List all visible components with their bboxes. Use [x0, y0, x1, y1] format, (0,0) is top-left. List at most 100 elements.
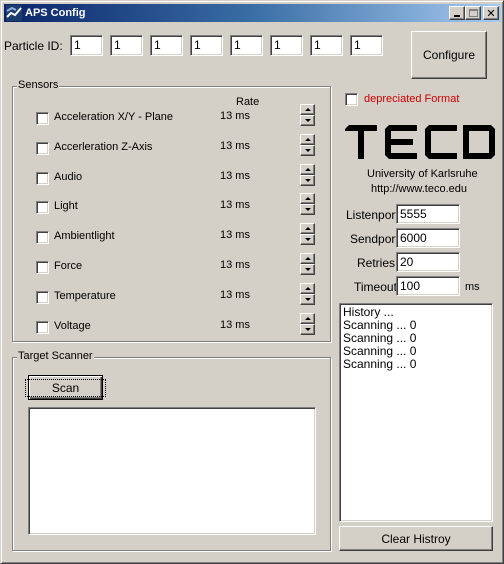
spin-up-button[interactable] — [300, 223, 315, 235]
close-button[interactable]: ✕ — [483, 6, 499, 20]
rate-spinner[interactable] — [300, 193, 315, 216]
retries-label: Retries — [357, 256, 396, 270]
arrow-up-icon — [305, 316, 311, 320]
sendport-input[interactable]: 6000 — [396, 228, 460, 248]
sensor-checkbox[interactable] — [36, 141, 49, 155]
sensor-rate: 13 ms — [220, 199, 250, 212]
particle-id-field[interactable]: 1 — [230, 35, 263, 56]
spin-up-button[interactable] — [300, 312, 315, 324]
sensors-group: Sensors — [12, 79, 331, 342]
close-icon: ✕ — [486, 6, 496, 20]
depreciated-format-label: depreciated Format — [364, 93, 460, 105]
sendport-label: Sendport — [350, 232, 399, 246]
window-title: APS Config — [25, 7, 86, 19]
particle-id-field[interactable]: 1 — [70, 35, 103, 56]
minimize-button[interactable] — [449, 6, 465, 20]
depreciated-format-checkbox[interactable] — [345, 93, 358, 106]
configure-button-label: Configure — [422, 48, 476, 62]
sensor-checkbox[interactable] — [36, 290, 49, 304]
spin-down-button[interactable] — [300, 234, 315, 246]
arrow-up-icon — [305, 167, 311, 171]
sensor-label: Light — [54, 200, 78, 213]
spin-up-button[interactable] — [300, 193, 315, 205]
arrow-up-icon — [305, 257, 311, 260]
spin-up-button[interactable] — [300, 282, 315, 294]
spin-up-button[interactable] — [300, 133, 315, 145]
timeout-unit-label: ms — [465, 281, 480, 293]
particle-id-field[interactable]: 1 — [150, 35, 183, 56]
rate-spinner[interactable] — [300, 163, 315, 186]
arrow-up-icon — [305, 137, 311, 141]
listenport-input[interactable]: 5555 — [396, 204, 460, 224]
configure-button[interactable]: Configure — [411, 31, 487, 79]
sensor-label: Acceleration X/Y - Plane — [54, 111, 174, 123]
listenport-label: Listenport — [346, 208, 399, 222]
rate-spinner[interactable] — [300, 253, 315, 275]
arrow-up-icon — [305, 108, 311, 111]
spin-down-button[interactable] — [300, 204, 315, 216]
spin-up-button[interactable] — [300, 163, 315, 175]
sensor-label: Voltage — [54, 319, 91, 332]
arrow-up-icon — [305, 286, 311, 290]
particle-id-field[interactable]: 1 — [310, 35, 343, 56]
sensor-checkbox[interactable] — [36, 231, 49, 245]
scanner-results-list[interactable] — [28, 407, 316, 535]
particle-id-field[interactable]: 1 — [190, 35, 223, 56]
sensor-label: Ambientlight — [54, 230, 115, 243]
spin-down-button[interactable] — [300, 115, 315, 126]
rate-spinner[interactable] — [300, 133, 315, 156]
particle-id-field[interactable]: 1 — [350, 35, 383, 56]
clear-history-button[interactable]: Clear Histroy — [339, 526, 493, 551]
particle-id-field[interactable]: 1 — [270, 35, 303, 56]
scan-button[interactable]: Scan — [24, 375, 107, 400]
spin-up-button[interactable] — [300, 104, 315, 115]
rate-header: Rate — [236, 96, 260, 108]
spin-up-button[interactable] — [300, 253, 315, 264]
timeout-label: Timeout — [354, 280, 397, 294]
sensor-rate: 13 ms — [220, 318, 250, 331]
history-list[interactable]: History ... Scanning ... 0 Scanning ... 0S… — [339, 303, 493, 522]
arrow-down-icon — [305, 119, 311, 122]
sensor-rate: 13 ms — [220, 288, 250, 301]
university-label: University of Karlsruhe — [367, 168, 478, 180]
sensor-rate: 13 ms — [220, 110, 250, 122]
sensor-checkbox[interactable] — [36, 201, 49, 215]
arrow-down-icon — [305, 208, 311, 212]
arrow-down-icon — [305, 178, 311, 182]
sensor-checkbox[interactable] — [36, 261, 49, 274]
sensor-checkbox[interactable] — [36, 171, 49, 185]
spin-down-button[interactable] — [300, 174, 315, 186]
spin-down-button[interactable] — [300, 144, 315, 156]
sensor-label: Accerleration Z-Axis — [54, 140, 153, 153]
teco-logo — [343, 125, 495, 163]
arrow-down-icon — [305, 268, 311, 271]
arrow-up-icon — [305, 227, 311, 231]
arrow-down-icon — [305, 297, 311, 301]
timeout-input[interactable]: 100 — [396, 276, 460, 296]
maximize-icon — [468, 9, 478, 17]
rate-spinner[interactable] — [300, 104, 315, 126]
teco-logo-graphic — [345, 125, 495, 159]
spin-down-button[interactable] — [300, 323, 315, 335]
sensor-rate: 13 ms — [220, 139, 250, 152]
spin-down-button[interactable] — [300, 293, 315, 305]
rate-spinner[interactable] — [300, 282, 315, 305]
history-line: Scanning ... 0 — [343, 357, 417, 371]
title-bar[interactable]: APS Config ✕ — [4, 4, 501, 22]
sensor-checkbox[interactable] — [36, 112, 49, 125]
app-window: APS Config ✕ Particle ID: 11111111 Confi… — [0, 0, 504, 564]
particle-id-field[interactable]: 1 — [110, 35, 143, 56]
arrow-down-icon — [305, 148, 311, 152]
rate-spinner[interactable] — [300, 312, 315, 335]
arrow-down-icon — [305, 327, 311, 331]
sensor-checkbox[interactable] — [36, 320, 49, 334]
scan-button-label: Scan — [24, 378, 107, 397]
maximize-button[interactable] — [465, 6, 481, 20]
website-link[interactable]: http://www.teco.edu — [371, 183, 467, 195]
sensor-label: Audio — [54, 170, 83, 183]
rate-spinner[interactable] — [300, 223, 315, 246]
arrow-down-icon — [305, 238, 311, 242]
retries-input[interactable]: 20 — [396, 252, 460, 272]
spin-down-button[interactable] — [300, 264, 315, 275]
particle-id-label: Particle ID: — [4, 39, 63, 53]
